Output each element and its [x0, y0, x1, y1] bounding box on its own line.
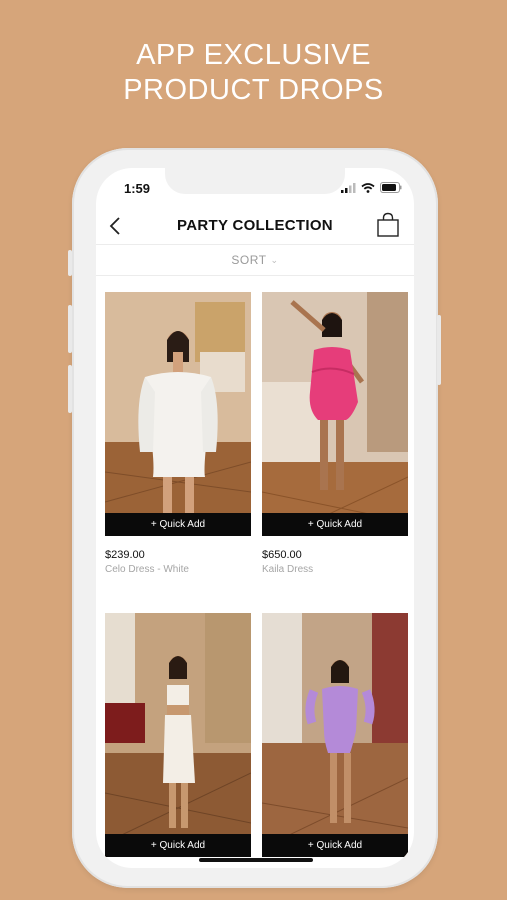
dress-shape	[322, 686, 358, 753]
phone-side-button	[68, 250, 72, 276]
product-photo	[105, 292, 251, 536]
product-photo	[105, 613, 251, 857]
product-image[interactable]: + Quick Add	[105, 292, 251, 536]
dress-shape	[145, 372, 211, 477]
home-indicator	[199, 858, 313, 862]
product-card[interactable]: + Quick Add $650.00 Kaila Dress	[262, 292, 408, 575]
phone-volume-down	[68, 365, 72, 413]
promo-headline: APP EXCLUSIVE PRODUCT DROPS	[0, 38, 507, 108]
product-image[interactable]: + Quick Add	[105, 613, 251, 857]
dress-shape	[309, 347, 358, 420]
product-price: $650.00	[262, 549, 302, 561]
phone-volume-up	[68, 305, 72, 353]
product-price: $239.00	[105, 549, 145, 561]
promo-line-1: APP EXCLUSIVE	[136, 39, 371, 71]
phone-power-button	[437, 315, 441, 385]
product-name[interactable]: Celo Dress - White	[105, 564, 251, 575]
sort-button[interactable]: SORT ⌄	[96, 244, 414, 276]
battery-icon	[380, 182, 402, 193]
shopping-bag-icon[interactable]	[376, 212, 400, 238]
product-image[interactable]: + Quick Add	[262, 292, 408, 536]
quick-add-button[interactable]: + Quick Add	[262, 834, 408, 857]
page-title: PARTY COLLECTION	[177, 217, 333, 234]
wifi-icon	[361, 182, 375, 193]
quick-add-button[interactable]: + Quick Add	[105, 513, 251, 536]
chevron-down-icon: ⌄	[270, 255, 279, 265]
sort-label: SORT	[231, 253, 267, 267]
dress-shape	[163, 715, 195, 783]
quick-add-button[interactable]: + Quick Add	[262, 513, 408, 536]
product-card[interactable]: + Quick Add	[105, 613, 251, 857]
status-icons	[341, 182, 402, 193]
status-time: 1:59	[124, 181, 151, 196]
signal-icon	[341, 182, 356, 193]
promo-line-2: PRODUCT DROPS	[123, 74, 384, 106]
product-photo	[262, 613, 408, 857]
app-screen: 1:59 PARTY COLLECTION SORT ⌄ + Quick Add…	[96, 168, 414, 868]
nav-bar: PARTY COLLECTION	[96, 208, 414, 244]
quick-add-button[interactable]: + Quick Add	[105, 834, 251, 857]
product-name[interactable]: Kaila Dress	[262, 564, 408, 575]
product-photo	[262, 292, 408, 536]
product-image[interactable]: + Quick Add	[262, 613, 408, 857]
product-card[interactable]: + Quick Add	[262, 613, 408, 857]
product-card[interactable]: + Quick Add $239.00 Celo Dress - White	[105, 292, 251, 575]
notch	[165, 168, 345, 194]
